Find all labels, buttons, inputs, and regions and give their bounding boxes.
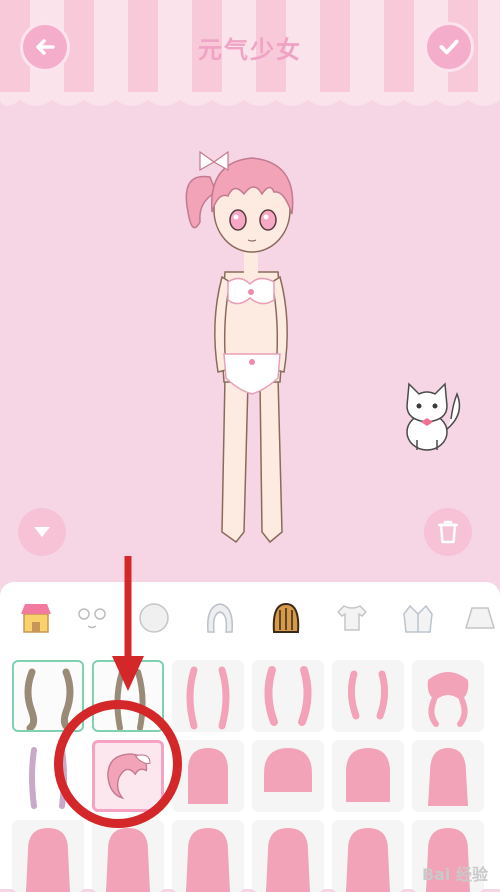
hair-item-10[interactable] bbox=[252, 740, 324, 812]
baidu-watermark: Bai 经验 bbox=[421, 865, 488, 884]
hair-item-13[interactable] bbox=[12, 820, 84, 892]
annotation-circle bbox=[54, 700, 182, 828]
hair-item-14[interactable] bbox=[92, 820, 164, 892]
doll-character bbox=[185, 150, 294, 544]
hair-back-icon[interactable] bbox=[264, 596, 308, 640]
trash-icon bbox=[437, 520, 459, 544]
hair-item-15[interactable] bbox=[172, 820, 244, 892]
top-bar: 元气少女 bbox=[0, 0, 500, 112]
cat-pet bbox=[406, 382, 461, 451]
skirt-icon[interactable] bbox=[458, 596, 500, 640]
shirt-icon[interactable] bbox=[330, 596, 374, 640]
hair-item-11[interactable] bbox=[332, 740, 404, 812]
annotation-arrow bbox=[112, 556, 144, 691]
category-bar bbox=[0, 582, 500, 652]
hair-item-5[interactable] bbox=[332, 660, 404, 732]
hair-item-12[interactable] bbox=[412, 740, 484, 812]
delete-button[interactable] bbox=[424, 508, 472, 556]
hair-item-3[interactable] bbox=[172, 660, 244, 732]
hair-item-16[interactable] bbox=[252, 820, 324, 892]
awning-scallop bbox=[0, 92, 500, 106]
check-icon bbox=[439, 39, 459, 55]
hair-item-9[interactable] bbox=[172, 740, 244, 812]
hair-icon[interactable] bbox=[198, 596, 242, 640]
jacket-icon[interactable] bbox=[396, 596, 440, 640]
hair-item-17[interactable] bbox=[332, 820, 404, 892]
triangle-down-icon bbox=[34, 527, 50, 537]
confirm-button[interactable] bbox=[424, 22, 474, 72]
hair-item-6[interactable] bbox=[412, 660, 484, 732]
dressup-stage bbox=[0, 112, 500, 582]
hair-item-4[interactable] bbox=[252, 660, 324, 732]
shop-icon[interactable] bbox=[14, 596, 58, 640]
collapse-button[interactable] bbox=[18, 508, 66, 556]
